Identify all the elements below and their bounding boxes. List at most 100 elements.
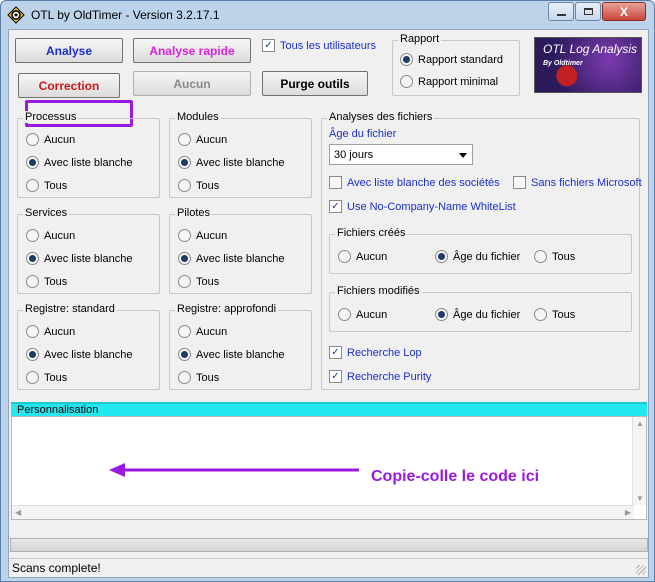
radio-selected-icon — [178, 252, 191, 265]
analyse-rapide-button[interactable]: Analyse rapide — [133, 38, 251, 63]
option-label: Tous — [44, 179, 68, 192]
scroll-up-icon[interactable]: ▲ — [636, 419, 644, 428]
services-liste-blanche-radio[interactable]: Avec liste blanche — [26, 252, 132, 265]
option-label: Avec liste blanche — [196, 348, 285, 361]
window-title: OTL by OldTimer - Version 3.2.17.1 — [31, 8, 220, 22]
tous-utilisateurs-checkbox[interactable]: ✓ Tous les utilisateurs — [262, 39, 376, 52]
modules-aucun-radio[interactable]: Aucun — [178, 133, 227, 146]
processus-tous-radio[interactable]: Tous — [26, 179, 67, 192]
pilotes-tous-radio[interactable]: Tous — [178, 275, 219, 288]
registre-standard-title: Registre: standard — [23, 303, 117, 315]
registre-standard-liste-blanche-radio[interactable]: Avec liste blanche — [26, 348, 132, 361]
fichiers-crees-title: Fichiers créés — [335, 227, 408, 239]
checkbox-checked-icon: ✓ — [329, 200, 342, 213]
modifies-aucun-radio[interactable]: Aucun — [338, 308, 387, 321]
age-fichier-value: 30 jours — [334, 148, 374, 161]
radio-unselected-icon — [400, 75, 413, 88]
logo-subtitle: By Oldtimer — [543, 60, 583, 67]
modules-tous-radio[interactable]: Tous — [178, 179, 219, 192]
option-label: Tous — [552, 250, 576, 263]
radio-selected-icon — [435, 308, 448, 321]
option-label: Avec liste blanche — [196, 252, 285, 265]
processus-liste-blanche-radio[interactable]: Avec liste blanche — [26, 156, 132, 169]
modules-group: Modules Aucun Avec liste blanche Tous — [169, 111, 312, 198]
scroll-down-icon[interactable]: ▼ — [636, 494, 644, 503]
modifies-tous-radio[interactable]: Tous — [534, 308, 575, 321]
radio-unselected-icon — [338, 308, 351, 321]
recherche-purity-checkbox[interactable]: ✓ Recherche Purity — [329, 370, 431, 383]
sans-fichiers-microsoft-label: Sans fichiers Microsoft — [531, 176, 642, 189]
services-aucun-radio[interactable]: Aucun — [26, 229, 75, 242]
option-label: Tous — [196, 179, 220, 192]
age-fichier-select[interactable]: 30 jours — [329, 144, 473, 165]
crees-age-radio[interactable]: Âge du fichier — [435, 250, 520, 263]
registre-approfondi-group: Registre: approfondi Aucun Avec liste bl… — [169, 303, 312, 390]
status-bar: Scans complete! — [10, 558, 648, 577]
radio-unselected-icon — [26, 179, 39, 192]
minimize-button[interactable] — [548, 2, 574, 21]
progress-bar — [10, 538, 648, 552]
services-tous-radio[interactable]: Tous — [26, 275, 67, 288]
purge-outils-button[interactable]: Purge outils — [262, 71, 368, 96]
crees-tous-radio[interactable]: Tous — [534, 250, 575, 263]
whitelist-societes-checkbox[interactable]: Avec liste blanche des sociétés — [329, 176, 500, 189]
checkbox-unchecked-icon — [513, 176, 526, 189]
analyse-button[interactable]: Analyse — [15, 38, 123, 63]
option-label: Âge du fichier — [453, 308, 521, 321]
title-bar: OTL by OldTimer - Version 3.2.17.1 X — [1, 1, 654, 29]
rapport-minimal-label: Rapport minimal — [418, 75, 499, 88]
processus-group: Processus Aucun Avec liste blanche Tous — [17, 111, 160, 198]
processus-aucun-radio[interactable]: Aucun — [26, 133, 75, 146]
option-label: Avec liste blanche — [44, 156, 133, 169]
rapport-title: Rapport — [398, 33, 442, 45]
registre-approfondi-liste-blanche-radio[interactable]: Avec liste blanche — [178, 348, 284, 361]
radio-selected-icon — [26, 348, 39, 361]
scroll-right-icon[interactable]: ▶ — [625, 508, 631, 517]
option-label: Aucun — [356, 308, 388, 321]
registre-approfondi-title: Registre: approfondi — [175, 303, 279, 315]
option-label: Tous — [44, 275, 68, 288]
radio-unselected-icon — [26, 371, 39, 384]
personnalisation-bar: Personnalisation — [11, 402, 647, 416]
close-button[interactable]: X — [602, 2, 646, 21]
radio-selected-icon — [26, 252, 39, 265]
annotation-text: Copie-colle le code ici — [371, 468, 540, 485]
gear-diamond-icon — [7, 6, 25, 24]
aucun-button[interactable]: Aucun — [133, 71, 251, 96]
radio-unselected-icon — [178, 133, 191, 146]
whitelist-societes-label: Avec liste blanche des sociétés — [347, 176, 500, 189]
rapport-minimal-radio[interactable]: Rapport minimal — [400, 75, 498, 88]
pilotes-liste-blanche-radio[interactable]: Avec liste blanche — [178, 252, 284, 265]
analyses-fichiers-title: Analyses des fichiers — [327, 111, 435, 123]
radio-unselected-icon — [26, 229, 39, 242]
pilotes-title: Pilotes — [175, 207, 213, 219]
registre-standard-tous-radio[interactable]: Tous — [26, 371, 67, 384]
pilotes-aucun-radio[interactable]: Aucun — [178, 229, 227, 242]
scroll-left-icon[interactable]: ◀ — [15, 508, 21, 517]
horizontal-scrollbar[interactable]: ◀ ▶ — [12, 505, 634, 519]
maximize-button[interactable] — [575, 2, 601, 21]
rapport-group: Rapport Rapport standard Rapport minimal — [392, 33, 520, 96]
rapport-standard-label: Rapport standard — [418, 53, 503, 66]
radio-selected-icon — [400, 53, 413, 66]
client-area: Analyse Analyse rapide ✓ Tous les utilis… — [8, 29, 649, 578]
resize-grip-icon[interactable] — [636, 565, 646, 575]
modifies-age-radio[interactable]: Âge du fichier — [435, 308, 520, 321]
recherche-lop-checkbox[interactable]: ✓ Recherche Lop — [329, 346, 422, 359]
status-text: Scans complete! — [12, 561, 101, 575]
sans-fichiers-microsoft-checkbox[interactable]: Sans fichiers Microsoft — [513, 176, 643, 189]
modules-liste-blanche-radio[interactable]: Avec liste blanche — [178, 156, 284, 169]
no-company-whitelist-checkbox[interactable]: ✓ Use No-Company-Name WhiteList — [329, 200, 516, 213]
modules-title: Modules — [175, 111, 221, 123]
option-label: Avec liste blanche — [44, 348, 133, 361]
registre-standard-aucun-radio[interactable]: Aucun — [26, 325, 75, 338]
vertical-scrollbar[interactable]: ▲ ▼ — [632, 417, 646, 505]
correction-button[interactable]: Correction — [18, 73, 120, 98]
minimize-icon — [556, 13, 566, 16]
services-title: Services — [23, 207, 70, 219]
crees-aucun-radio[interactable]: Aucun — [338, 250, 387, 263]
services-group: Services Aucun Avec liste blanche Tous — [17, 207, 160, 294]
registre-approfondi-tous-radio[interactable]: Tous — [178, 371, 219, 384]
rapport-standard-radio[interactable]: Rapport standard — [400, 53, 503, 66]
registre-approfondi-aucun-radio[interactable]: Aucun — [178, 325, 227, 338]
